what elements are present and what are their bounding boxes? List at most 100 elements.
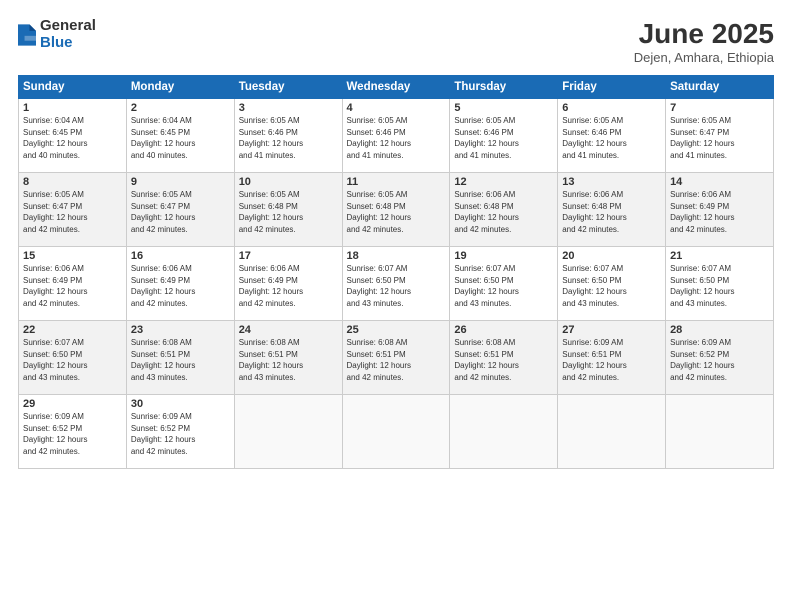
table-row: 28 Sunrise: 6:09 AMSunset: 6:52 PMDayligh… (666, 321, 774, 395)
table-row: 1 Sunrise: 6:04 AMSunset: 6:45 PMDaylight… (19, 99, 127, 173)
table-row (234, 395, 342, 469)
day-number: 20 (562, 250, 661, 262)
day-info: Sunrise: 6:05 AMSunset: 6:46 PMDaylight:… (562, 116, 626, 160)
day-info: Sunrise: 6:09 AMSunset: 6:52 PMDaylight:… (23, 412, 87, 456)
day-info: Sunrise: 6:09 AMSunset: 6:52 PMDaylight:… (131, 412, 195, 456)
day-info: Sunrise: 6:07 AMSunset: 6:50 PMDaylight:… (347, 264, 411, 308)
calendar-week-3: 15 Sunrise: 6:06 AMSunset: 6:49 PMDayligh… (19, 247, 774, 321)
day-number: 30 (131, 398, 230, 410)
table-row: 30 Sunrise: 6:09 AMSunset: 6:52 PMDayligh… (126, 395, 234, 469)
table-row: 18Sunrise: 6:07 AMSunset: 6:50 PMDayligh… (342, 247, 450, 321)
day-info: Sunrise: 6:05 AMSunset: 6:47 PMDaylight:… (670, 116, 734, 160)
logo-general: General (40, 18, 96, 35)
table-row: 27 Sunrise: 6:09 AMSunset: 6:51 PMDayligh… (558, 321, 666, 395)
day-number: 10 (239, 176, 338, 188)
day-info: Sunrise: 6:08 AMSunset: 6:51 PMDaylight:… (347, 338, 411, 382)
table-row: 19 Sunrise: 6:07 AMSunset: 6:50 PMDayligh… (450, 247, 558, 321)
header: General Blue June 2025 Dejen, Amhara, Et… (18, 18, 774, 65)
header-row: Sunday Monday Tuesday Wednesday Thursday… (19, 76, 774, 99)
col-thursday: Thursday (450, 76, 558, 99)
day-info: Sunrise: 6:05 AMSunset: 6:47 PMDaylight:… (131, 190, 195, 234)
day-info: Sunrise: 6:06 AMSunset: 6:49 PMDaylight:… (239, 264, 303, 308)
day-number: 15 (23, 250, 122, 262)
table-row: 12 Sunrise: 6:06 AMSunset: 6:48 PMDayligh… (450, 173, 558, 247)
logo-blue: Blue (40, 35, 96, 52)
calendar-subtitle: Dejen, Amhara, Ethiopia (634, 50, 774, 65)
table-row: 4 Sunrise: 6:05 AMSunset: 6:46 PMDaylight… (342, 99, 450, 173)
table-row: 6Sunrise: 6:05 AMSunset: 6:46 PMDaylight… (558, 99, 666, 173)
day-info: Sunrise: 6:06 AMSunset: 6:49 PMDaylight:… (670, 190, 734, 234)
day-number: 16 (131, 250, 230, 262)
logo: General Blue (18, 18, 96, 51)
day-number: 27 (562, 324, 661, 336)
day-number: 26 (454, 324, 553, 336)
day-info: Sunrise: 6:05 AMSunset: 6:48 PMDaylight:… (347, 190, 411, 234)
day-info: Sunrise: 6:08 AMSunset: 6:51 PMDaylight:… (239, 338, 303, 382)
day-info: Sunrise: 6:05 AMSunset: 6:48 PMDaylight:… (239, 190, 303, 234)
table-row: 14Sunrise: 6:06 AMSunset: 6:49 PMDayligh… (666, 173, 774, 247)
day-number: 28 (670, 324, 769, 336)
day-info: Sunrise: 6:05 AMSunset: 6:46 PMDaylight:… (239, 116, 303, 160)
table-row: 22 Sunrise: 6:07 AMSunset: 6:50 PMDayligh… (19, 321, 127, 395)
day-number: 19 (454, 250, 553, 262)
table-row: 17 Sunrise: 6:06 AMSunset: 6:49 PMDayligh… (234, 247, 342, 321)
day-info: Sunrise: 6:07 AMSunset: 6:50 PMDaylight:… (562, 264, 626, 308)
day-info: Sunrise: 6:06 AMSunset: 6:48 PMDaylight:… (454, 190, 518, 234)
day-number: 13 (562, 176, 661, 188)
col-tuesday: Tuesday (234, 76, 342, 99)
table-row (450, 395, 558, 469)
day-info: Sunrise: 6:07 AMSunset: 6:50 PMDaylight:… (23, 338, 87, 382)
calendar-week-5: 29 Sunrise: 6:09 AMSunset: 6:52 PMDayligh… (19, 395, 774, 469)
calendar-week-4: 22 Sunrise: 6:07 AMSunset: 6:50 PMDayligh… (19, 321, 774, 395)
day-info: Sunrise: 6:04 AMSunset: 6:45 PMDaylight:… (131, 116, 195, 160)
day-number: 1 (23, 102, 122, 114)
day-number: 12 (454, 176, 553, 188)
table-row: 9Sunrise: 6:05 AMSunset: 6:47 PMDaylight… (126, 173, 234, 247)
day-info: Sunrise: 6:06 AMSunset: 6:48 PMDaylight:… (562, 190, 626, 234)
logo-text: General Blue (40, 18, 96, 51)
col-friday: Friday (558, 76, 666, 99)
table-row: 20 Sunrise: 6:07 AMSunset: 6:50 PMDayligh… (558, 247, 666, 321)
day-number: 17 (239, 250, 338, 262)
day-info: Sunrise: 6:05 AMSunset: 6:46 PMDaylight:… (347, 116, 411, 160)
day-number: 8 (23, 176, 122, 188)
day-number: 11 (347, 176, 446, 188)
table-row: 8Sunrise: 6:05 AMSunset: 6:47 PMDaylight… (19, 173, 127, 247)
day-number: 25 (347, 324, 446, 336)
title-block: June 2025 Dejen, Amhara, Ethiopia (634, 18, 774, 65)
table-row: 16 Sunrise: 6:06 AMSunset: 6:49 PMDayligh… (126, 247, 234, 321)
table-row: 5Sunrise: 6:05 AMSunset: 6:46 PMDaylight… (450, 99, 558, 173)
table-row: 24 Sunrise: 6:08 AMSunset: 6:51 PMDayligh… (234, 321, 342, 395)
day-info: Sunrise: 6:06 AMSunset: 6:49 PMDaylight:… (131, 264, 195, 308)
day-info: Sunrise: 6:09 AMSunset: 6:52 PMDaylight:… (670, 338, 734, 382)
col-wednesday: Wednesday (342, 76, 450, 99)
calendar-week-2: 8 Sunrise: 6:05 AMSunset: 6:47 PMDaylight… (19, 173, 774, 247)
day-info: Sunrise: 6:07 AMSunset: 6:50 PMDaylight:… (454, 264, 518, 308)
day-number: 2 (131, 102, 230, 114)
day-number: 4 (347, 102, 446, 114)
table-row: 13 Sunrise: 6:06 AMSunset: 6:48 PMDayligh… (558, 173, 666, 247)
table-row: 15Sunrise: 6:06 AMSunset: 6:49 PMDayligh… (19, 247, 127, 321)
day-number: 5 (454, 102, 553, 114)
day-number: 29 (23, 398, 122, 410)
calendar-week-1: 1 Sunrise: 6:04 AMSunset: 6:45 PMDaylight… (19, 99, 774, 173)
table-row: 7Sunrise: 6:05 AMSunset: 6:47 PMDaylight… (666, 99, 774, 173)
logo-icon (18, 24, 36, 46)
table-row: 26 Sunrise: 6:08 AMSunset: 6:51 PMDayligh… (450, 321, 558, 395)
day-info: Sunrise: 6:08 AMSunset: 6:51 PMDaylight:… (454, 338, 518, 382)
calendar-title: June 2025 (634, 18, 774, 50)
table-row (342, 395, 450, 469)
day-number: 3 (239, 102, 338, 114)
day-info: Sunrise: 6:04 AMSunset: 6:45 PMDaylight:… (23, 116, 87, 160)
table-row: 10 Sunrise: 6:05 AMSunset: 6:48 PMDayligh… (234, 173, 342, 247)
calendar-table: Sunday Monday Tuesday Wednesday Thursday… (18, 75, 774, 469)
table-row (666, 395, 774, 469)
table-row: 21Sunrise: 6:07 AMSunset: 6:50 PMDayligh… (666, 247, 774, 321)
col-saturday: Saturday (666, 76, 774, 99)
day-number: 22 (23, 324, 122, 336)
day-info: Sunrise: 6:09 AMSunset: 6:51 PMDaylight:… (562, 338, 626, 382)
day-number: 24 (239, 324, 338, 336)
table-row (558, 395, 666, 469)
table-row: 11 Sunrise: 6:05 AMSunset: 6:48 PMDayligh… (342, 173, 450, 247)
table-row: 3 Sunrise: 6:05 AMSunset: 6:46 PMDaylight… (234, 99, 342, 173)
